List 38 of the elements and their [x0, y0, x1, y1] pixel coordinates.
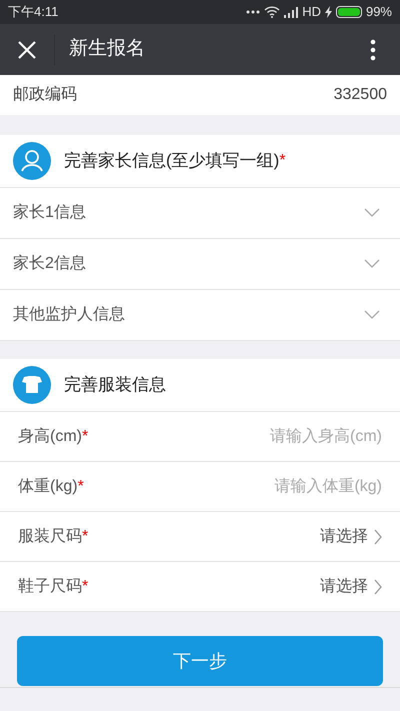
signal-icon	[284, 6, 298, 18]
select-button[interactable]: 请选择	[320, 574, 382, 598]
parent-info-row[interactable]: 家长1信息	[0, 188, 400, 239]
field-label: 鞋子尺码	[18, 576, 82, 596]
text-input-field[interactable]: 请输入身高(cm)	[182, 424, 382, 448]
battery-icon	[336, 6, 362, 18]
required-mark: *	[78, 476, 84, 496]
status-time: 下午4:11	[8, 3, 58, 22]
required-mark: *	[279, 151, 286, 171]
select-button[interactable]: 请选择	[320, 524, 382, 548]
chevron-right-icon	[374, 578, 382, 594]
charging-bolt-icon	[324, 6, 332, 18]
field-label: 服装尺码	[18, 526, 82, 546]
parent-info-row[interactable]: 其他监护人信息	[0, 290, 400, 341]
required-mark: *	[82, 576, 88, 596]
section-title: 完善家长信息(至少填写一组)	[64, 150, 280, 172]
page-title: 新生报名	[69, 37, 145, 62]
chevron-down-icon	[364, 208, 380, 218]
more-icon	[370, 38, 376, 60]
more-dots-icon	[246, 10, 260, 14]
chevron-down-icon	[364, 310, 380, 320]
parent-info-row[interactable]: 家长2信息	[0, 239, 400, 290]
postal-code-label: 邮政编码	[13, 84, 77, 105]
postal-code-value: 332500	[334, 85, 387, 105]
required-mark: *	[82, 426, 88, 446]
required-mark: *	[82, 526, 88, 546]
text-input-field[interactable]: 请输入体重(kg)	[182, 474, 382, 498]
wifi-icon	[264, 6, 280, 18]
field-label: 体重(kg)	[18, 476, 78, 496]
shirt-icon	[13, 366, 51, 404]
person-icon	[13, 142, 51, 180]
section-title: 完善服装信息	[64, 374, 166, 396]
battery-percent: 99%	[366, 3, 392, 22]
chevron-down-icon	[364, 259, 380, 269]
network-type: HD	[302, 3, 321, 22]
close-icon	[18, 40, 36, 58]
field-label: 身高(cm)	[18, 426, 82, 446]
chevron-right-icon	[374, 528, 382, 544]
